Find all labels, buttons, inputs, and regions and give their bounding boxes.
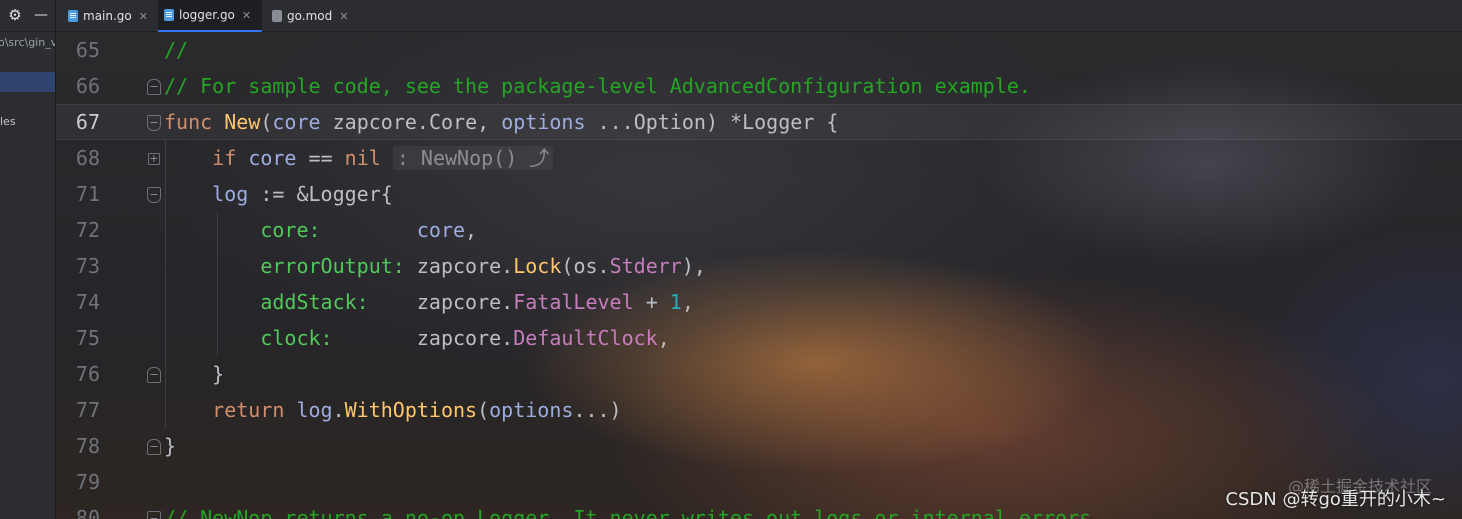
number-literal: 1 (669, 290, 682, 314)
package-name: os (573, 254, 598, 278)
code-line-68[interactable]: if core == nil : NewNop() ⤴ (164, 140, 554, 176)
parameter: core (272, 110, 321, 134)
minimize-icon[interactable]: — (32, 6, 50, 24)
keyword: if (212, 146, 237, 170)
operator: + (645, 290, 658, 314)
fold-marker-icon[interactable]: − (147, 367, 161, 383)
comment: // NewNop returns a no-op Logger. It nev… (164, 506, 1092, 519)
variable: core (248, 146, 297, 170)
line-number: 67 (75, 110, 100, 134)
package-name: zapcore (416, 254, 502, 278)
package-name: zapcore (416, 326, 502, 350)
line-number: 79 (75, 470, 100, 494)
keyword: return (212, 398, 285, 422)
watermark: CSDN @转go重开的小木~ (1225, 489, 1446, 510)
code-line-66[interactable]: // For sample code, see the package-leve… (164, 68, 1031, 104)
tab-label: logger.go (179, 8, 235, 22)
parameter: options (489, 398, 574, 422)
fold-marker-icon[interactable]: − (147, 439, 161, 455)
fold-marker-icon[interactable]: − (147, 187, 161, 203)
struct-field: core: (260, 218, 321, 242)
variable: log (212, 182, 249, 206)
type-name: Core (428, 110, 478, 134)
tab-go-mod[interactable]: go.mod ✕ (266, 0, 356, 32)
constant: DefaultClock (513, 326, 658, 350)
struct-field: errorOutput: (260, 254, 405, 278)
tab-main-go[interactable]: main.go ✕ (62, 0, 154, 32)
keyword: func (164, 110, 213, 134)
parameter: options (501, 110, 586, 134)
return-type: *Logger (730, 110, 815, 134)
function-name: New (224, 110, 261, 134)
code-line-76[interactable]: } (164, 356, 224, 392)
code-line-73[interactable]: errorOutput: zapcore.Lock(os.Stderr), (164, 248, 706, 284)
project-tree-item-files[interactable]: les (0, 115, 16, 128)
variable: core (416, 218, 466, 242)
constant: Stderr (609, 254, 682, 278)
code-line-67[interactable]: func New(core zapcore.Core, options ...O… (164, 104, 838, 140)
comment: // (164, 38, 189, 62)
code-line-71[interactable]: log := &Logger{ (164, 176, 393, 212)
code-line-77[interactable]: return log.WithOptions(options...) (164, 392, 621, 428)
line-number: 66 (75, 74, 100, 98)
editor-tab-bar: main.go ✕ logger.go ✕ go.mod ✕ (56, 0, 1462, 32)
struct-field: addStack: (260, 290, 369, 314)
tab-label: go.mod (287, 9, 333, 23)
go-file-icon (164, 9, 174, 21)
line-number: 73 (75, 254, 100, 278)
line-number: 68 (75, 146, 100, 170)
line-number: 65 (75, 38, 100, 62)
fold-marker-icon[interactable]: − (147, 511, 161, 519)
line-number: 71 (75, 182, 100, 206)
constant: FatalLevel (513, 290, 634, 314)
operator: == (308, 146, 333, 170)
package-name: zapcore (416, 290, 502, 314)
line-number: 76 (75, 362, 100, 386)
line-number-gutter: 65 66 67 68 71 72 73 74 75 76 77 78 79 8… (56, 32, 164, 519)
closing-brace: } (164, 434, 177, 458)
tab-label: main.go (83, 9, 132, 23)
line-number: 74 (75, 290, 100, 314)
type-name: Option (633, 110, 706, 134)
variable: log (296, 398, 333, 422)
folded-code-hint[interactable]: : NewNop() ⤴ (392, 146, 554, 170)
expand-fold-icon[interactable]: + (148, 153, 160, 165)
line-number: 72 (75, 218, 100, 242)
gear-icon[interactable]: ⚙ (6, 6, 24, 24)
code-line-75[interactable]: clock: zapcore.DefaultClock, (164, 320, 669, 356)
code-text: := &Logger{ (260, 182, 393, 206)
comment: // For sample code, see the package-leve… (164, 74, 1031, 98)
line-number: 78 (75, 434, 100, 458)
close-icon[interactable]: ✕ (139, 10, 148, 23)
function-call: WithOptions (344, 398, 478, 422)
tab-logger-go[interactable]: logger.go ✕ (158, 0, 262, 32)
struct-field: clock: (260, 326, 333, 350)
go-file-icon (68, 10, 78, 22)
close-icon[interactable]: ✕ (242, 9, 251, 22)
code-line-74[interactable]: addStack: zapcore.FatalLevel + 1, (164, 284, 694, 320)
project-tree-selected-item[interactable] (0, 72, 55, 92)
close-icon[interactable]: ✕ (339, 10, 348, 23)
fold-marker-icon[interactable]: − (147, 79, 161, 95)
code-line-72[interactable]: core: core, (164, 212, 477, 248)
fold-marker-icon[interactable]: − (147, 115, 161, 131)
project-panel: ⚙ — o\src\gin_v les (0, 0, 56, 519)
project-path-text[interactable]: o\src\gin_v (0, 36, 55, 49)
code-line-80[interactable]: // NewNop returns a no-op Logger. It nev… (164, 500, 1091, 519)
project-panel-toolbar: ⚙ — (0, 0, 55, 32)
package-name: zapcore (332, 110, 417, 134)
keyword: nil (344, 146, 381, 170)
line-number: 75 (75, 326, 100, 350)
mod-file-icon (272, 10, 282, 22)
code-editor[interactable]: 65 66 67 68 71 72 73 74 75 76 77 78 79 8… (56, 32, 1462, 519)
function-call: Lock (513, 254, 562, 278)
line-number: 80 (75, 506, 100, 519)
code-line-65[interactable]: // (164, 32, 188, 68)
closing-brace: } (212, 362, 225, 386)
code-line-78[interactable]: } (164, 428, 176, 464)
line-number: 77 (75, 398, 100, 422)
ellipsis: ... (597, 110, 634, 134)
